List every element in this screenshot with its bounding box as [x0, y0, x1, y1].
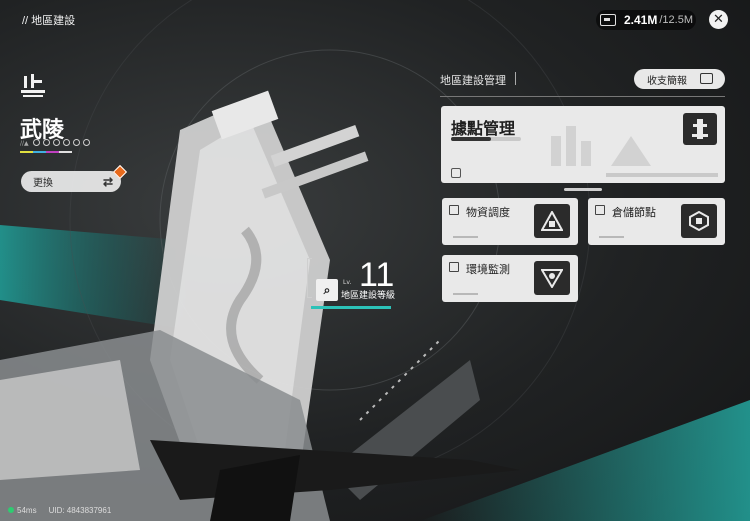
- uid-display: UID: 4843837961: [48, 506, 112, 515]
- region-color-line: [20, 151, 72, 153]
- section-divider: [564, 188, 602, 191]
- calendar-icon: [700, 73, 713, 84]
- ping-dot-icon: [8, 507, 14, 513]
- storage-node-card[interactable]: 倉儲節點: [588, 198, 725, 245]
- card-small-icon: [449, 262, 459, 272]
- level-bracket: [307, 258, 312, 298]
- region-sub-label: //▲: [20, 140, 29, 147]
- level-prefix: Lv.: [343, 279, 352, 286]
- info-icon: [451, 168, 461, 178]
- panel-rule: [440, 96, 725, 97]
- region-emblem-icon: [21, 74, 45, 97]
- card-small-icon: [449, 205, 459, 215]
- currency-display[interactable]: 2.41M /12.5M: [596, 10, 696, 30]
- magnifier-icon[interactable]: ⌕: [316, 279, 338, 301]
- card-label: 據點管理: [451, 119, 516, 138]
- storage-icon: [681, 204, 717, 238]
- card-sub-bar: [453, 293, 478, 295]
- close-button[interactable]: ✕: [709, 10, 728, 29]
- top-bar: // 地區建設 2.41M /12.5M ✕: [0, 0, 750, 36]
- battery-icon: [600, 14, 616, 26]
- tower-icon: [683, 113, 717, 145]
- card-small-icon: [595, 205, 605, 215]
- progress-dots: [33, 139, 90, 146]
- card-decoration: [551, 126, 651, 166]
- switch-label: 更換: [33, 178, 53, 189]
- swap-icon: ⇄: [102, 175, 113, 189]
- card-sub-bar: [599, 236, 624, 238]
- card-sub-bar: [451, 137, 521, 141]
- level-number: 11: [359, 256, 395, 294]
- footer: 54ms UID: 4843837961: [8, 506, 111, 515]
- level-underline: [311, 306, 391, 309]
- card-label: 環境監測: [466, 263, 510, 276]
- card-progress: [606, 173, 718, 177]
- report-label: 收支簡報: [647, 75, 687, 87]
- switch-region-button[interactable]: 更換 ⇄: [21, 164, 128, 192]
- supply-dispatch-card[interactable]: 物資調度: [442, 198, 578, 245]
- outpost-management-card[interactable]: 據點管理: [441, 106, 725, 183]
- currency-max: /12.5M: [659, 14, 693, 26]
- breadcrumb: // 地區建設: [22, 15, 76, 27]
- card-label: 物資調度: [466, 206, 510, 219]
- level-indicator[interactable]: ⌕ Lv. 11 地區建設等級: [307, 256, 397, 309]
- environment-monitor-card[interactable]: 環境監測: [442, 255, 578, 302]
- panel-title-separator: [515, 72, 516, 85]
- level-label: 地區建設等級: [341, 291, 396, 301]
- card-label: 倉儲節點: [612, 206, 656, 219]
- supply-icon: [534, 204, 570, 238]
- ping-display: 54ms: [8, 506, 37, 515]
- card-sub-bar: [453, 236, 478, 238]
- panel-title: 地區建設管理: [440, 74, 506, 87]
- currency-current: 2.41M: [624, 13, 658, 27]
- background-scene: // 地區建設 2.41M /12.5M ✕ 武陵 //▲ 更換 ⇄ ⌕ Lv.…: [0, 0, 750, 521]
- close-icon: ✕: [713, 12, 724, 27]
- monitor-icon: [534, 261, 570, 295]
- report-button[interactable]: 收支簡報: [634, 69, 725, 89]
